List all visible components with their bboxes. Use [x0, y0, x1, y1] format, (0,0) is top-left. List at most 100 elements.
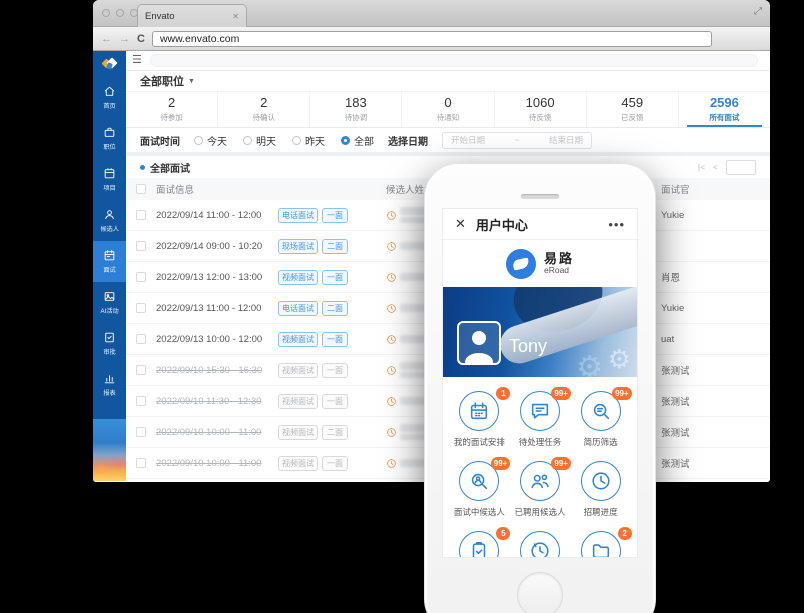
- grid-item-满意度调查[interactable]: 5满意度调查: [449, 531, 510, 558]
- grid-item-label: 我的面试安排: [454, 436, 505, 448]
- grid-item-招聘进度[interactable]: 招聘进度: [570, 461, 631, 518]
- sidebar-item-8[interactable]: 报表: [93, 364, 126, 405]
- grid-item-待处理任务[interactable]: 99+待处理任务: [510, 391, 571, 448]
- date-range-input[interactable]: 开始日期 ~ 结束日期: [442, 132, 592, 149]
- interviewer-cell: uat: [661, 334, 770, 345]
- radio-dot[interactable]: [194, 136, 203, 145]
- sidebar-item-label: 首页: [103, 100, 115, 110]
- user-icon: [103, 208, 116, 221]
- tab-close-icon[interactable]: ✕: [232, 12, 239, 21]
- select-all-checkbox[interactable]: [136, 184, 146, 194]
- refresh-icon[interactable]: C: [137, 33, 145, 45]
- more-menu-icon[interactable]: •••: [608, 217, 625, 232]
- stat-tab-待确认[interactable]: 2待确认: [218, 92, 310, 127]
- radio-dot[interactable]: [243, 136, 252, 145]
- chevron-down-icon: ▼: [188, 78, 195, 85]
- top-search-bar[interactable]: [150, 54, 758, 67]
- interview-datetime: 2022/09/13 10:00 - 12:00: [156, 334, 274, 345]
- stat-value: 2: [168, 96, 175, 110]
- browser-tabstrip: Envato ✕ ⤢: [93, 0, 770, 27]
- row-checkbox[interactable]: [136, 458, 146, 468]
- row-checkbox[interactable]: [136, 427, 146, 437]
- home-button[interactable]: [517, 572, 563, 613]
- page-input[interactable]: [726, 160, 756, 175]
- window-controls[interactable]: [102, 9, 138, 17]
- interview-round-badge: 一面: [322, 270, 348, 285]
- stat-tab-待参加[interactable]: 2待参加: [126, 92, 218, 127]
- stat-tab-待反馈[interactable]: 1060待反馈: [495, 92, 587, 127]
- interviewer-name: 肖恩: [661, 273, 680, 284]
- stat-value: 1060: [526, 96, 555, 110]
- avatar[interactable]: [457, 321, 501, 365]
- grid-item-面试中候选人[interactable]: 99+面试中候选人: [449, 461, 510, 518]
- stat-label: 待确认: [252, 112, 275, 123]
- row-checkbox[interactable]: [136, 272, 146, 282]
- grid-item-label: 简历筛选: [584, 436, 618, 448]
- sidebar-item-6[interactable]: AI活动: [93, 282, 126, 323]
- interview-round-badge: 一面: [322, 456, 348, 471]
- sidebar-item-4[interactable]: 候选人: [93, 200, 126, 241]
- stat-tab-已反馈[interactable]: 459已反馈: [587, 92, 679, 127]
- settings-gear-icon[interactable]: ⚙: [608, 344, 631, 375]
- interviewer-name: uat: [661, 334, 674, 345]
- interviewer-name: 张测试: [661, 366, 690, 377]
- grid-item-已聘用候选人[interactable]: 99+已聘用候选人: [510, 461, 571, 518]
- interview-datetime: 2022/09/13 11:00 - 12:00: [156, 303, 274, 314]
- first-page-icon[interactable]: |<: [698, 162, 705, 172]
- grid-item-收藏夹[interactable]: 2收藏夹: [570, 531, 631, 558]
- row-checkbox[interactable]: [136, 396, 146, 406]
- row-checkbox[interactable]: [136, 210, 146, 220]
- sidebar-item-7[interactable]: 审批: [93, 323, 126, 364]
- radio-今天[interactable]: 今天: [194, 133, 227, 148]
- job-filter-dropdown[interactable]: 全部职位: [140, 73, 184, 89]
- brand-row: 易路 eRoad: [443, 240, 637, 287]
- row-checkbox[interactable]: [136, 365, 146, 375]
- url-text: www.envato.com: [160, 33, 239, 45]
- close-icon[interactable]: ✕: [455, 216, 466, 232]
- radio-dot[interactable]: [341, 136, 350, 145]
- close-window-icon[interactable]: [102, 9, 110, 17]
- sidebar-item-5[interactable]: 面试: [93, 241, 126, 282]
- stat-tab-待通知[interactable]: 0待通知: [402, 92, 494, 127]
- pending-clock-icon: [386, 396, 397, 407]
- stat-tab-所有面试[interactable]: 2596所有面试: [679, 92, 770, 127]
- radio-dot[interactable]: [292, 136, 301, 145]
- sidebar-item-3[interactable]: 项目: [93, 159, 126, 200]
- phone-speaker: [521, 194, 559, 199]
- prev-page-icon[interactable]: <: [713, 162, 718, 172]
- col-interview-info: 面试信息: [156, 182, 386, 196]
- job-filter-row: 全部职位 ▼: [126, 71, 770, 92]
- sidebar-item-1[interactable]: 首页: [93, 77, 126, 118]
- sidebar-item-label: 候选人: [100, 223, 119, 233]
- col-interviewer: 面试官: [661, 182, 770, 196]
- stage: Envato ✕ ⤢ ← → C www.envato.com 首页职位项目候选…: [0, 0, 804, 613]
- count-badge: 99+: [491, 457, 511, 470]
- radio-全部[interactable]: 全部: [341, 133, 374, 148]
- pending-clock-icon: [386, 210, 397, 221]
- row-checkbox[interactable]: [136, 334, 146, 344]
- minimize-window-icon[interactable]: [116, 9, 124, 17]
- grid-item-操作历史[interactable]: 操作历史: [510, 531, 571, 558]
- interview-type-badge: 视频面试: [278, 425, 318, 440]
- grid-item-label: 面试中候选人: [454, 506, 505, 518]
- url-bar[interactable]: www.envato.com: [152, 31, 712, 47]
- expand-icon[interactable]: ⤢: [754, 6, 762, 17]
- browser-tab[interactable]: Envato ✕: [137, 4, 247, 27]
- stat-value: 459: [621, 96, 643, 110]
- menu-fold-icon[interactable]: ☰: [132, 55, 142, 66]
- interviewing-candidates-icon: [468, 470, 490, 492]
- sidebar-item-label: 面试: [103, 264, 115, 274]
- back-icon[interactable]: ←: [101, 33, 112, 45]
- stat-tab-待协调[interactable]: 183待协调: [310, 92, 402, 127]
- interviewer-name: 张测试: [661, 459, 690, 470]
- interview-round-badge: 一面: [322, 363, 348, 378]
- radio-昨天[interactable]: 昨天: [292, 133, 325, 148]
- radio-label: 昨天: [305, 133, 325, 148]
- row-checkbox[interactable]: [136, 303, 146, 313]
- radio-明天[interactable]: 明天: [243, 133, 276, 148]
- sidebar-item-2[interactable]: 职位: [93, 118, 126, 159]
- grid-item-我的面试安排[interactable]: 1我的面试安排: [449, 391, 510, 448]
- grid-item-简历筛选[interactable]: 99+简历筛选: [570, 391, 631, 448]
- row-checkbox[interactable]: [136, 241, 146, 251]
- forward-icon[interactable]: →: [119, 33, 130, 45]
